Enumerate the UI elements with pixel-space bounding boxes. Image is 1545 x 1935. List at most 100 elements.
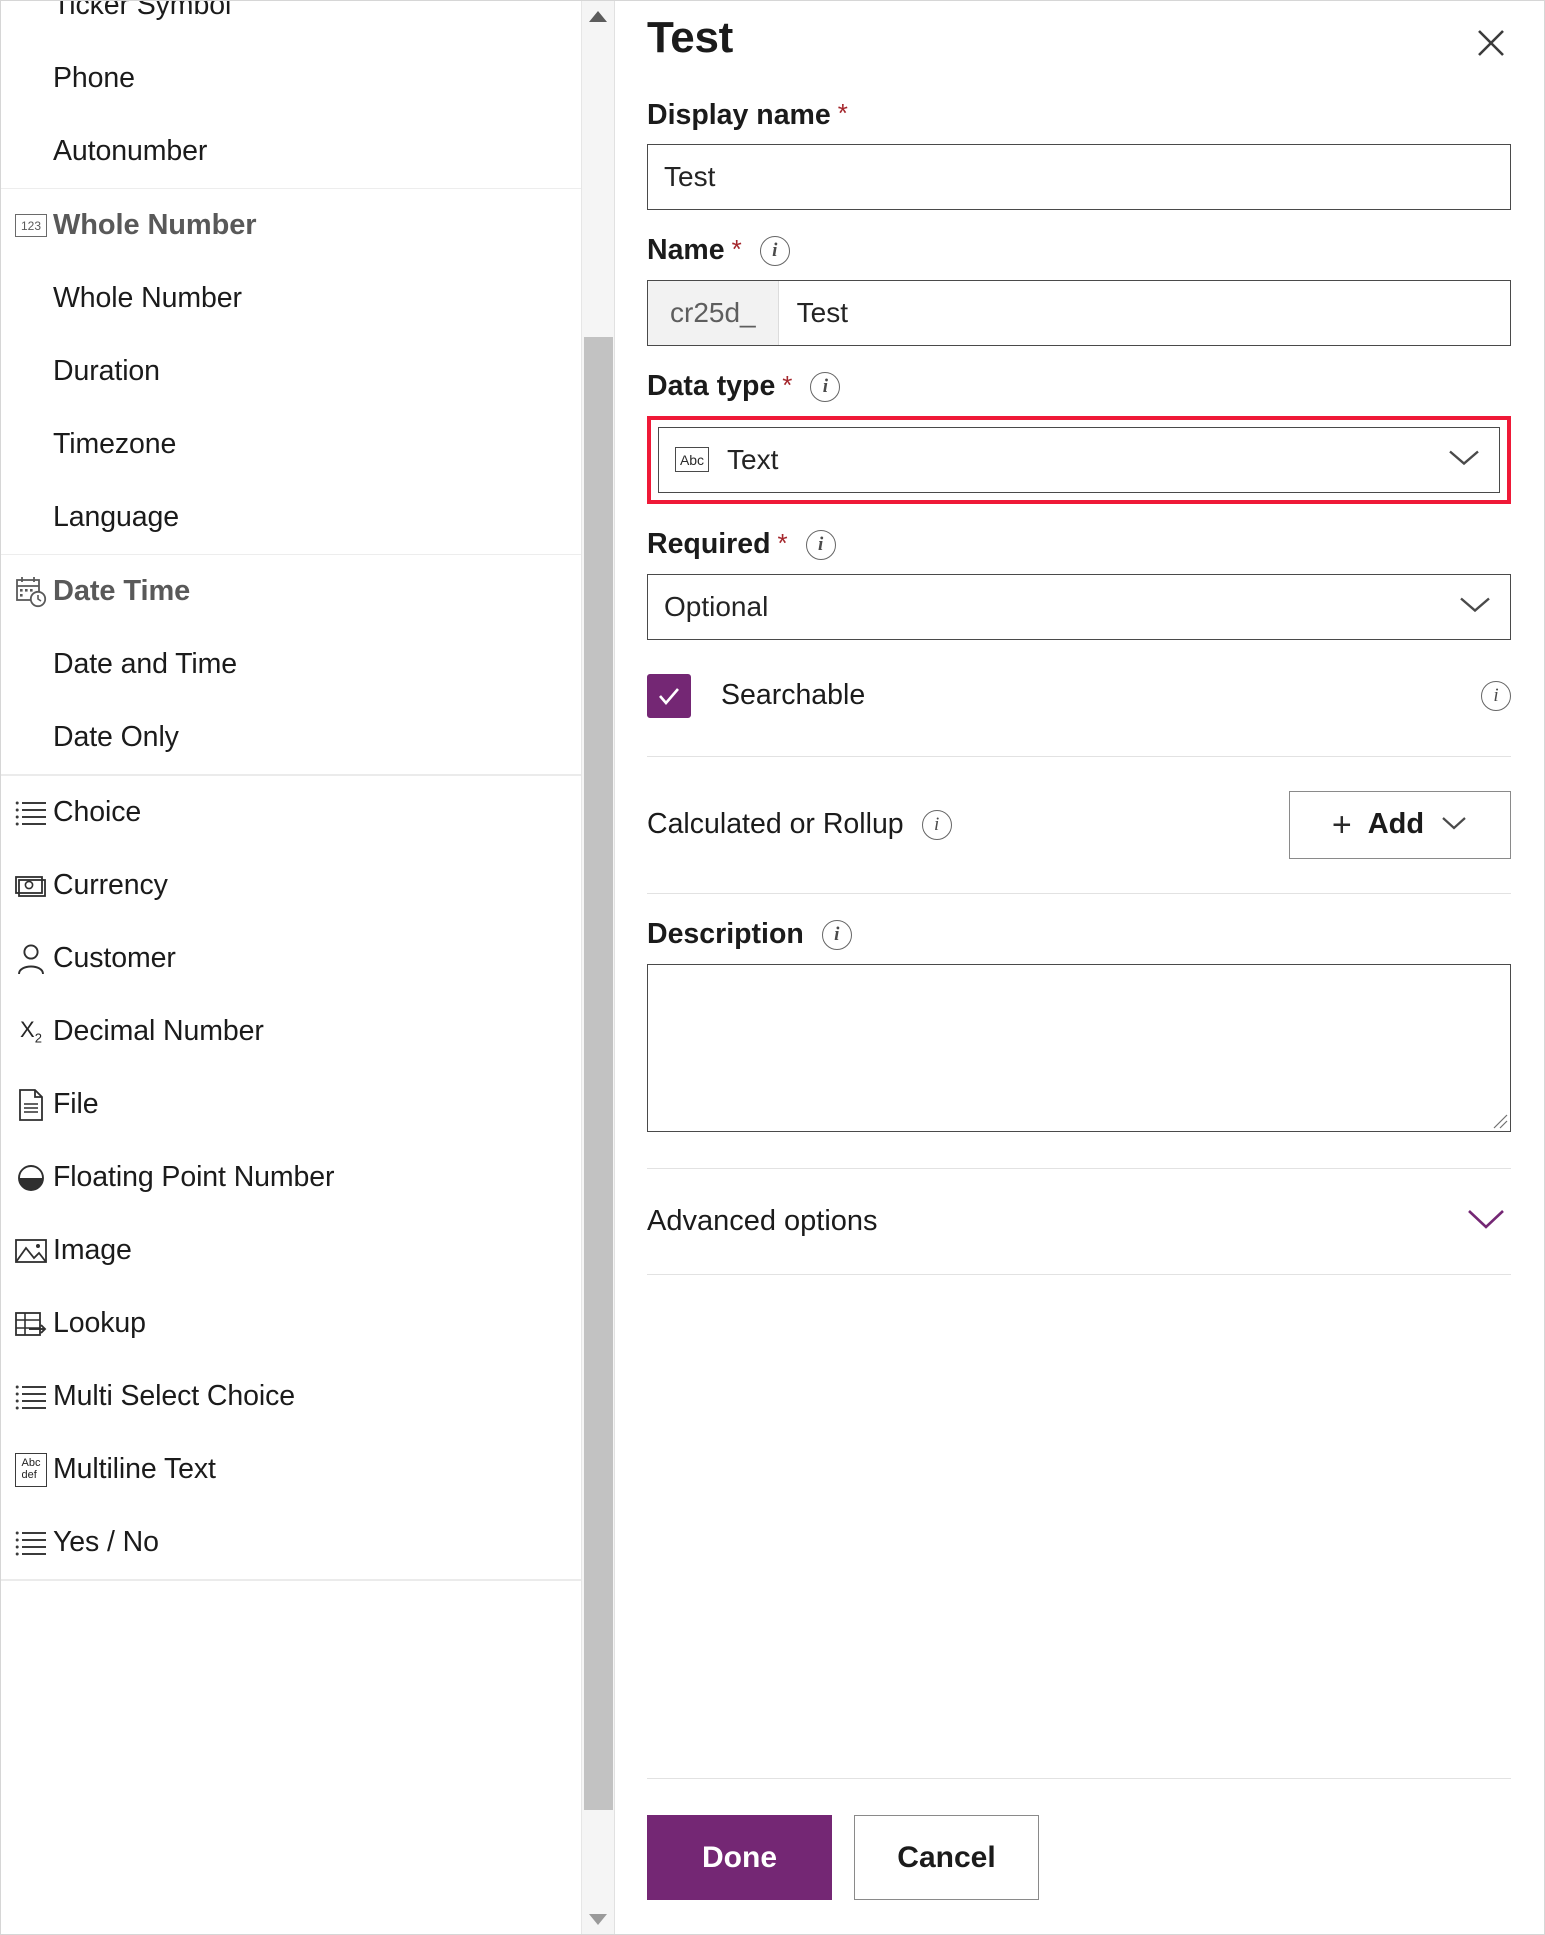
type-list-item[interactable]: Multi Select Choice (1, 1360, 581, 1433)
display-name-label-text: Display name (647, 99, 831, 131)
type-list-item[interactable]: Date and Time (1, 628, 581, 701)
data-type-highlight-annotation: Abc Text (647, 415, 1511, 504)
type-list-item-label: Yes / No (53, 1526, 159, 1559)
calculated-or-rollup-label-text: Calculated or Rollup (647, 808, 904, 840)
plus-icon: + (1331, 805, 1352, 844)
type-list-item[interactable]: Autonumber (1, 115, 581, 188)
type-list-item-label: Language (53, 501, 180, 534)
list-scrollbar[interactable] (582, 1, 615, 1934)
page-title: Test (647, 13, 734, 62)
currency-icon (9, 873, 53, 899)
half-filled-circle-icon (9, 1163, 53, 1193)
name-input-group: cr25d_ (647, 279, 1511, 346)
type-list-item-label: Whole Number (53, 282, 242, 315)
required-dropdown[interactable]: Optional (647, 573, 1511, 640)
field-editor-screen: Ticker Symbol Phone Autonumber 123 Whole Num… (0, 0, 1545, 1935)
type-list-item-label: Customer (53, 942, 176, 975)
calculated-or-rollup-label: Calculated or Rollup i (647, 808, 952, 841)
calendar-clock-icon (9, 575, 53, 609)
type-list-item-label: Currency (53, 869, 168, 902)
type-list-item-label: Choice (53, 796, 142, 829)
required-asterisk: * (777, 527, 788, 558)
type-list-item-label: Date and Time (53, 648, 238, 681)
name-prefix: cr25d_ (648, 280, 779, 345)
chevron-down-icon (1465, 1206, 1507, 1237)
display-name-input[interactable] (647, 143, 1511, 210)
type-list-item[interactable]: X2 Decimal Number (1, 995, 581, 1068)
type-list-item[interactable]: Yes / No (1, 1506, 581, 1579)
lookup-table-arrow-icon (9, 1310, 53, 1338)
type-list-item[interactable]: Phone (1, 42, 581, 115)
type-list-item-label: Autonumber (53, 135, 208, 168)
type-list-item[interactable]: Choice (1, 776, 581, 849)
list-icon (9, 799, 53, 827)
type-list-item[interactable]: Timezone (1, 408, 581, 481)
searchable-row: Searchable i (647, 673, 1511, 756)
scroll-up-arrow-icon[interactable] (582, 1, 615, 31)
person-icon (9, 943, 53, 975)
required-asterisk: * (782, 369, 793, 400)
info-icon[interactable]: i (805, 529, 836, 560)
done-button[interactable]: Done (647, 1815, 832, 1900)
type-list-item[interactable]: Currency (1, 849, 581, 922)
searchable-checkbox[interactable] (647, 673, 691, 718)
type-list-item[interactable]: Whole Number (1, 262, 581, 335)
data-type-list-panel[interactable]: Ticker Symbol Phone Autonumber 123 Whole Num… (1, 1, 582, 1934)
type-list-item[interactable]: Ticker Symbol (1, 1, 581, 42)
name-label: Name * i (647, 233, 1511, 267)
type-list-item-label: Multi Select Choice (53, 1380, 296, 1413)
divider (647, 1273, 1511, 1275)
data-type-dropdown[interactable]: Abc Text (658, 426, 1500, 493)
type-list-item-label: Timezone (53, 428, 177, 461)
add-calculation-button[interactable]: + Add (1289, 790, 1511, 859)
scrollbar-thumb[interactable] (584, 337, 613, 1810)
info-icon[interactable]: i (821, 919, 852, 950)
type-list-item[interactable]: 123 Whole Number (1, 189, 581, 262)
type-list-item[interactable]: Abc def Multiline Text (1, 1433, 581, 1506)
type-list-item[interactable]: Date Time (1, 555, 581, 628)
display-name-label: Display name * (647, 98, 1511, 131)
type-list-item[interactable]: Lookup (1, 1287, 581, 1360)
type-list-item-label: File (53, 1088, 99, 1121)
type-list-item-label: Lookup (53, 1307, 146, 1340)
advanced-options-toggle[interactable]: Advanced options (647, 1169, 1511, 1274)
cancel-button[interactable]: Cancel (854, 1815, 1039, 1900)
close-icon[interactable] (1467, 19, 1515, 67)
required-label: Required * i (647, 527, 1511, 560)
required-asterisk: * (837, 98, 848, 129)
description-textarea[interactable] (647, 963, 1511, 1132)
type-list-item-label: Image (53, 1234, 132, 1267)
name-input[interactable] (778, 280, 1510, 345)
info-icon[interactable]: i (921, 809, 952, 840)
searchable-label: Searchable (721, 679, 866, 711)
info-icon[interactable]: i (1481, 680, 1511, 711)
type-list-item[interactable]: File (1, 1068, 581, 1141)
data-type-label: Data type * i (647, 369, 1511, 402)
type-list-item[interactable]: Language (1, 481, 581, 554)
description-label-text: Description (647, 918, 804, 951)
123-box-icon: 123 (9, 214, 53, 237)
type-group-text-group-partial: Ticker Symbol Phone Autonumber (1, 1, 581, 189)
chevron-down-icon (1458, 594, 1492, 619)
type-list-item-label: Multiline Text (53, 1453, 216, 1486)
info-icon[interactable]: i (810, 371, 841, 402)
description-label: Description i (647, 918, 1511, 951)
list-icon (9, 1383, 53, 1411)
info-icon[interactable]: i (759, 235, 790, 266)
type-list-item[interactable]: Date Only (1, 701, 581, 774)
subscript-x2-icon: X2 (20, 1017, 42, 1046)
type-group-other-types-group: Choice Currency Customer X2 Decimal Number Fi… (1, 776, 581, 1581)
type-list-item-label: Date Time (53, 575, 191, 607)
file-icon (9, 1088, 53, 1122)
name-label-text: Name (647, 234, 725, 267)
name-field: Name * i cr25d_ (647, 233, 1511, 346)
image-icon (9, 1237, 53, 1265)
list-icon (9, 1529, 53, 1557)
required-asterisk: * (731, 233, 742, 264)
type-list-item[interactable]: Customer (1, 922, 581, 995)
type-list-item[interactable]: Floating Point Number (1, 1141, 581, 1214)
type-list-item[interactable]: Image (1, 1214, 581, 1287)
add-button-label: Add (1367, 808, 1425, 840)
type-list-item[interactable]: Duration (1, 335, 581, 408)
scroll-down-arrow-icon[interactable] (582, 1904, 615, 1934)
